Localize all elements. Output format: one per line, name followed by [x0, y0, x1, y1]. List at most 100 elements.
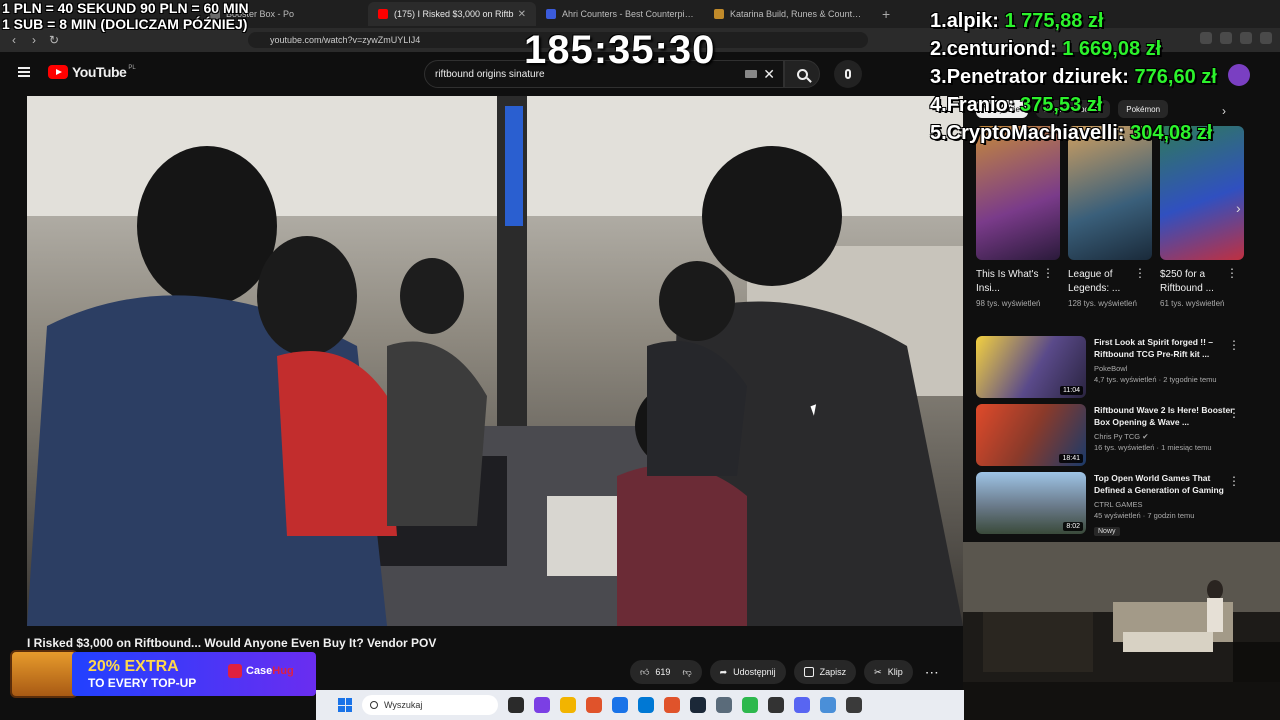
video-thumbnail[interactable]: 11:04 [976, 336, 1086, 398]
short-item[interactable]: League of Legends: ... 128 tys. wyświetl… [1068, 126, 1152, 309]
app-icon[interactable] [846, 697, 862, 713]
copilot-icon[interactable] [534, 697, 550, 713]
sponsor-logo: Case Hug [228, 664, 294, 678]
video-duration: 11:04 [1060, 386, 1083, 395]
like-count: 619 [655, 667, 671, 677]
new-badge: Nowy [1094, 527, 1120, 536]
video-player[interactable] [27, 96, 963, 626]
video-meta: 4,7 tys. wyświetleń · 2 tygodnie temu [1094, 375, 1217, 384]
video-thumbnail[interactable]: 8:02 [976, 472, 1086, 534]
windows-taskbar: Wyszukaj [316, 690, 964, 720]
keyboard-icon[interactable] [745, 70, 757, 78]
kebab-menu-icon[interactable]: ⋮ [1134, 266, 1146, 280]
file-explorer-icon[interactable] [560, 697, 576, 713]
video-duration: 18:41 [1059, 454, 1083, 463]
promo-subtext: TO EVERY TOP-UP [88, 676, 197, 690]
bookmark-icon [803, 667, 814, 677]
video-title-link[interactable]: Riftbound Wave 2 Is Here! Booster Box Op… [1094, 404, 1234, 428]
channel-name[interactable]: CTRL GAMES [1094, 500, 1234, 509]
channel-row[interactable]: Chris Py TCG ✔ [1094, 432, 1234, 441]
leaderboard-row: 3.Penetrator dziurek: 776,60 zł [930, 66, 1217, 88]
video-thumbnail[interactable]: 18:41 [976, 404, 1086, 466]
channel-name[interactable]: PokeBowl [1094, 364, 1234, 373]
brave-icon[interactable] [664, 697, 680, 713]
browser-tab[interactable]: Katarina Build, Runes & Counters Gu [704, 2, 872, 26]
short-views: 128 tys. wyświetleń [1068, 299, 1137, 308]
short-title[interactable]: League of Legends: ... [1068, 268, 1138, 296]
clip-button[interactable]: ✂ Klip [864, 660, 913, 684]
clear-search-icon[interactable]: ✕ [763, 66, 775, 83]
webcam-overlay [963, 542, 1280, 720]
reload-icon[interactable]: ↻ [44, 33, 64, 47]
hamburger-menu-icon[interactable] [18, 67, 30, 77]
short-item[interactable]: This Is What's Insi... 98 tys. wyświetle… [976, 126, 1060, 309]
more-actions-icon[interactable]: ⋯ [925, 664, 939, 681]
screen: { "browser": { "tabs": [ {"label": "Boos… [0, 0, 1280, 720]
taskview-icon[interactable] [508, 697, 524, 713]
steam-icon[interactable] [690, 697, 706, 713]
shorts-shelf: This Is What's Insi... 98 tys. wyświetle… [976, 126, 1244, 309]
treasure-chest-icon [10, 650, 78, 698]
scissors-icon: ✂ [874, 666, 882, 677]
kebab-menu-icon[interactable]: ⋮ [1228, 474, 1240, 488]
promo-highlight: 20% EXTRA [88, 658, 179, 675]
short-title[interactable]: $250 for a Riftbound ... [1160, 268, 1230, 296]
webcam-frame [963, 542, 1280, 720]
donation-rate-line: 1 PLN = 40 SEKUND 90 PLN = 60 MIN [2, 0, 249, 16]
browser-tab[interactable]: Ahri Counters - Best Counterpicks fo [536, 2, 704, 26]
video-title-link[interactable]: Top Open World Games That Defined a Gene… [1094, 472, 1234, 496]
app-icon[interactable] [742, 697, 758, 713]
back-icon[interactable]: ‹ [4, 33, 24, 47]
share-icon: ➦ [719, 666, 728, 677]
recommended-video[interactable]: 18:41 Riftbound Wave 2 Is Here! Booster … [976, 404, 1246, 466]
discord-icon[interactable] [794, 697, 810, 713]
video-duration: 8:02 [1063, 522, 1083, 531]
kebab-menu-icon[interactable]: ⋮ [1226, 266, 1238, 280]
brave-icon[interactable] [586, 697, 602, 713]
share-label: Udostępnij [733, 667, 776, 677]
youtube-play-icon [48, 65, 68, 79]
youtube-logo[interactable]: YouTube PL [48, 64, 136, 80]
obs-icon[interactable] [768, 697, 784, 713]
share-button[interactable]: ➦ Udostępnij [709, 660, 786, 684]
like-button[interactable]: 👍︎ 619 👎︎ [630, 660, 702, 684]
youtube-favicon-icon [378, 9, 388, 19]
video-title-link[interactable]: First Look at Spirit forged !! – Riftbou… [1094, 336, 1234, 360]
verified-icon: ✔ [1142, 432, 1149, 441]
kebab-menu-icon[interactable]: ⋮ [1042, 266, 1054, 280]
donation-leaderboard: 1.alpik: 1 775,88 zł 2.centuriond: 1 669… [930, 7, 1280, 147]
video-frame [27, 96, 963, 626]
sub-rate-line: 1 SUB = 8 MIN (DOLICZAM PÓŹNIEJ) [2, 16, 248, 32]
taskbar-search[interactable]: Wyszukaj [362, 695, 498, 715]
save-button[interactable]: Zapisz [793, 660, 857, 684]
logo-text: YouTube [72, 64, 127, 80]
kebab-menu-icon[interactable]: ⋮ [1228, 406, 1240, 420]
chrome-icon[interactable] [612, 697, 628, 713]
settings-icon[interactable] [820, 697, 836, 713]
close-tab-icon[interactable]: ✕ [518, 9, 526, 20]
short-views: 61 tys. wyświetleń [1160, 299, 1225, 308]
store-icon[interactable] [638, 697, 654, 713]
taskbar-search-placeholder: Wyszukaj [384, 700, 423, 710]
casehug-logo-icon [228, 664, 242, 678]
windows-start-icon[interactable] [338, 698, 352, 712]
subathon-timer: 185:35:30 [524, 28, 716, 72]
short-item[interactable]: $250 for a Riftbound ... 61 tys. wyświet… [1160, 126, 1244, 309]
short-title[interactable]: This Is What's Insi... [976, 268, 1046, 296]
browser-tab-active[interactable]: (175) I Risked $3,000 on Riftb ✕ [368, 2, 536, 26]
forward-icon[interactable]: › [24, 33, 44, 47]
channel-name[interactable]: Chris Py TCG [1094, 432, 1140, 441]
search-icon [796, 68, 808, 80]
video-actions: 👍︎ 619 👎︎ ➦ Udostępnij Zapisz ✂ Klip ⋯ [630, 660, 939, 684]
recommended-video[interactable]: 8:02 Top Open World Games That Defined a… [976, 472, 1246, 538]
voice-search-button[interactable] [834, 60, 862, 88]
recommended-video[interactable]: 11:04 First Look at Spirit forged !! – R… [976, 336, 1246, 398]
thumbs-down-icon[interactable]: 👎︎ [682, 667, 691, 678]
kebab-menu-icon[interactable]: ⋮ [1228, 338, 1240, 352]
save-label: Zapisz [819, 667, 847, 677]
video-title: I Risked $3,000 on Riftbound... Would An… [27, 636, 437, 650]
search-button[interactable] [784, 60, 820, 88]
calculator-icon[interactable] [716, 697, 732, 713]
new-tab-icon[interactable]: + [882, 6, 890, 22]
shorts-next-icon[interactable]: › [1236, 200, 1241, 216]
